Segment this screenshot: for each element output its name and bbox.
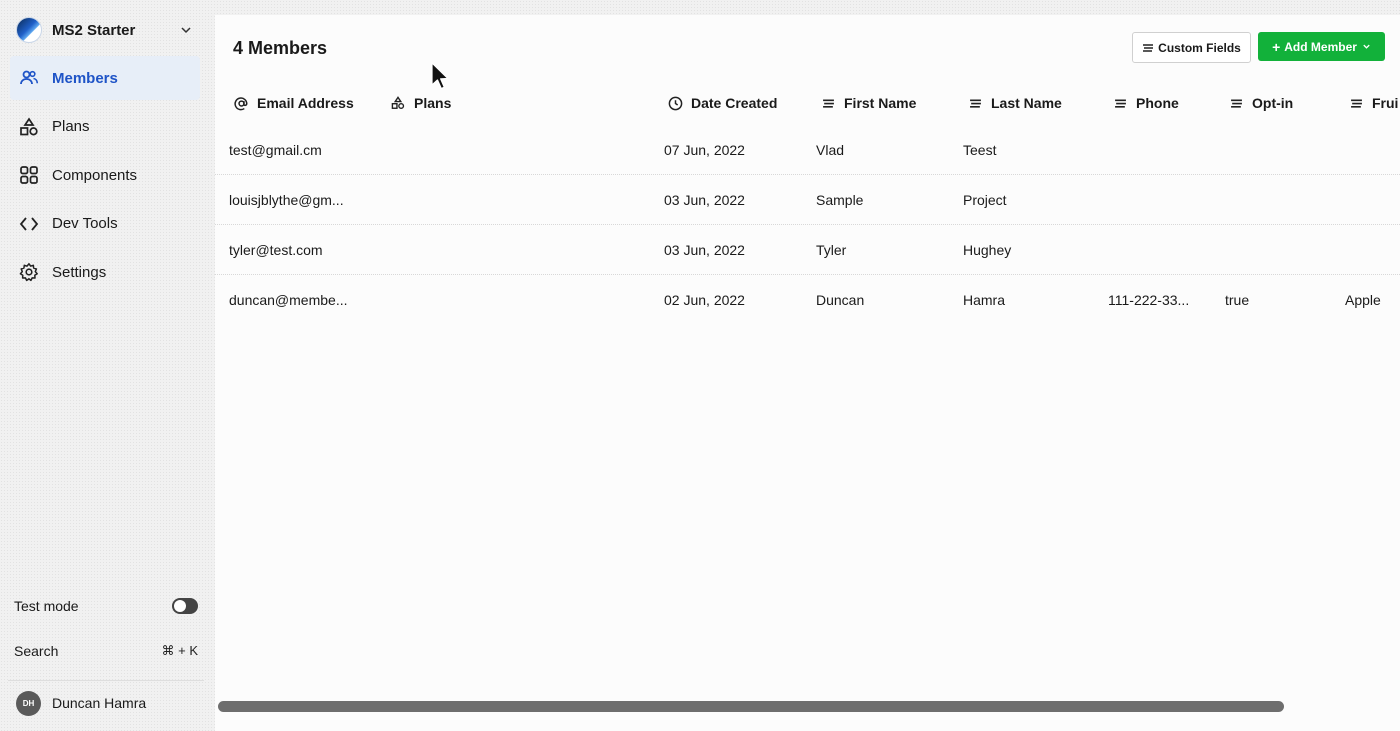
clock-icon [667,95,683,111]
user-menu[interactable]: DH Duncan Hamra [16,690,146,716]
chevron-down-icon [1362,42,1371,51]
gear-icon [18,261,40,283]
column-label: Date Created [691,95,778,111]
text-lines-icon [1348,95,1364,111]
column-label: Frui [1372,95,1399,111]
sidebar-item-members[interactable]: Members [10,56,200,100]
plus-icon: + [1272,38,1281,55]
column-label: Plans [414,95,452,111]
shapes-icon [390,95,406,111]
cell-date-created: 03 Jun, 2022 [664,192,745,208]
cell-date-created: 02 Jun, 2022 [664,292,745,308]
sidebar-item-label: Components [52,166,138,184]
column-first-name[interactable]: First Name [820,88,916,118]
test-mode-label: Test mode [14,598,79,614]
code-icon [18,213,40,235]
cell-opt-in: true [1225,292,1250,308]
chevron-down-icon [181,27,191,34]
cell-first-name: Sample [816,192,864,208]
table-body: test@gmail.cm 07 Jun, 2022 Vlad Teest lo… [215,125,1400,325]
cell-email: duncan@membe... [229,292,348,308]
user-name: Duncan Hamra [52,695,147,711]
column-plans[interactable]: Plans [390,88,451,118]
test-mode-toggle[interactable] [172,598,198,614]
column-label: Last Name [991,95,1062,111]
table-row[interactable]: duncan@membe... 02 Jun, 2022 Duncan Hamr… [215,275,1400,325]
horizontal-scrollbar[interactable] [218,701,1284,712]
add-member-label: Add Member [1284,39,1357,54]
text-lines-icon [1112,95,1128,111]
column-label: Email Address [257,95,354,111]
test-mode-row: Test mode [14,594,198,618]
search-shortcut: ⌘ + K [161,643,199,658]
workspace-name: MS2 Starter [52,21,136,39]
cell-first-name: Duncan [816,292,865,308]
sidebar: MS2 Starter Members Plans Components Dev… [0,0,214,731]
search-button[interactable]: Search ⌘ + K [14,640,198,662]
text-lines-icon [1228,95,1244,111]
sidebar-item-label: Members [52,69,118,87]
text-lines-icon [967,95,983,111]
cell-fruit: Apple [1345,292,1381,308]
sidebar-item-dev-tools[interactable]: Dev Tools [10,202,200,246]
column-last-name[interactable]: Last Name [967,88,1062,118]
column-opt-in[interactable]: Opt-in [1228,88,1293,118]
cell-first-name: Vlad [816,142,845,158]
table-row[interactable]: tyler@test.com 03 Jun, 2022 Tyler Hughey [215,225,1400,275]
table-header: Email Address Plans Date Created First N… [215,88,1400,118]
cell-last-name: Teest [963,142,997,158]
cell-last-name: Project [963,192,1007,208]
sidebar-item-components[interactable]: Components [10,153,200,197]
grid-icon [18,164,40,186]
column-phone[interactable]: Phone [1112,88,1179,118]
workspace-logo [16,17,42,43]
cell-email: tyler@test.com [229,242,323,258]
cell-email: louisjblythe@gm... [229,192,344,208]
cell-last-name: Hughey [963,242,1012,258]
text-lines-icon [1142,42,1154,54]
table-row[interactable]: test@gmail.cm 07 Jun, 2022 Vlad Teest [215,125,1400,175]
toggle-knob [174,600,186,612]
column-fruit[interactable]: Frui [1348,88,1398,118]
text-lines-icon [820,95,836,111]
users-icon [18,67,40,89]
sidebar-item-label: Settings [52,263,107,281]
column-email-address[interactable]: Email Address [233,88,354,118]
column-date-created[interactable]: Date Created [667,88,777,118]
sidebar-item-label: Dev Tools [52,215,118,232]
column-label: First Name [844,95,917,111]
cell-phone: 111-222-33... [1108,292,1190,308]
cell-last-name: Hamra [963,292,1006,308]
column-label: Phone [1136,95,1179,111]
shapes-icon [18,116,40,138]
table-row[interactable]: louisjblythe@gm... 03 Jun, 2022 Sample P… [215,175,1400,225]
cell-date-created: 03 Jun, 2022 [664,242,745,258]
page-title: 4 Members [233,38,328,58]
sidebar-nav: Members Plans Components Dev Tools Setti… [10,56,200,299]
add-member-button[interactable]: + Add Member [1258,32,1385,61]
at-icon [233,95,249,111]
column-label: Opt-in [1252,95,1294,111]
sidebar-item-label: Plans [52,118,90,135]
sidebar-item-plans[interactable]: Plans [10,105,200,149]
avatar: DH [16,690,41,716]
sidebar-divider [8,680,204,681]
sidebar-item-settings[interactable]: Settings [10,250,200,294]
cell-email: test@gmail.cm [229,142,322,158]
custom-fields-label: Custom Fields [1158,40,1241,55]
search-label: Search [14,643,59,659]
main-panel: 4 Members Custom Fields + Add Member Ema… [215,15,1400,731]
cell-date-created: 07 Jun, 2022 [664,142,745,158]
workspace-switcher[interactable]: MS2 Starter [10,10,200,50]
cell-first-name: Tyler [816,242,847,258]
mouse-cursor-icon [431,62,449,90]
custom-fields-button[interactable]: Custom Fields [1132,32,1251,63]
